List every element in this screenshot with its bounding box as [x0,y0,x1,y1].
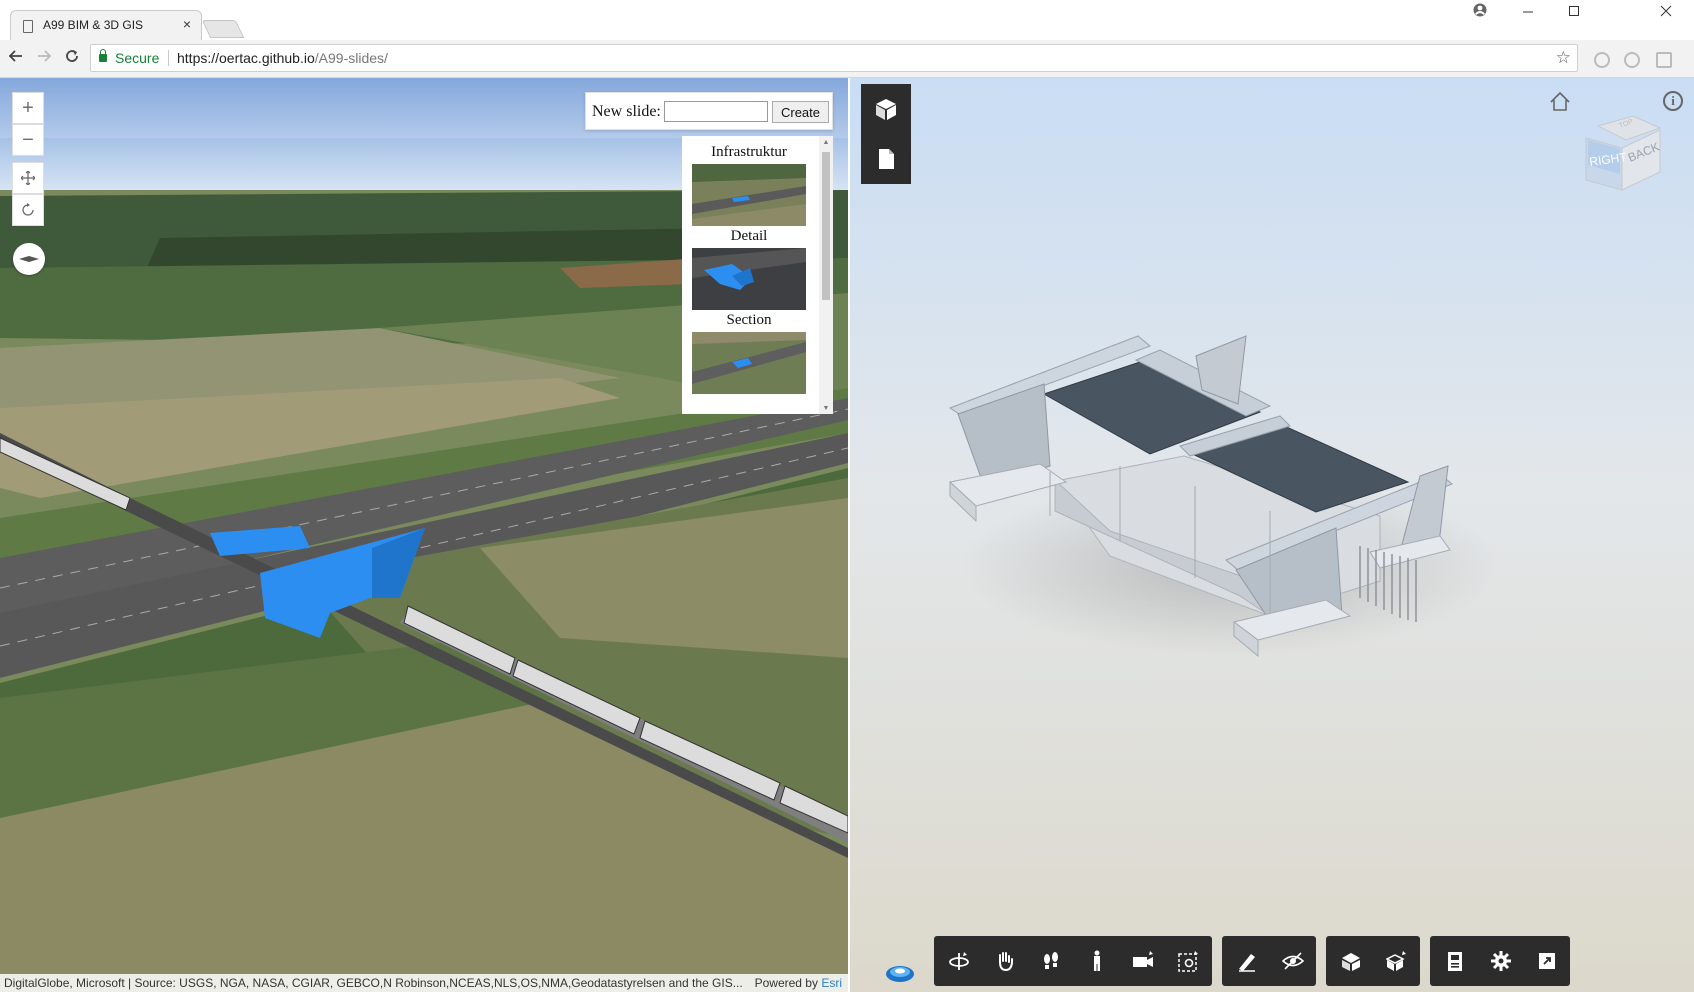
document-icon [879,149,894,169]
minimize-icon[interactable] [1508,2,1548,24]
extension-icon[interactable] [1624,52,1640,68]
attribution-text: DigitalGlobe, Microsoft | Source: USGS, … [4,976,743,990]
browser-tab[interactable]: A99 BIM & 3D GIS × [10,10,202,40]
pan-icon [999,952,1013,972]
model-browser-icon [876,99,896,120]
url-path: /A99-slides/ [314,50,388,66]
new-slide-label: New slide: [592,103,661,120]
address-bar[interactable]: Secure https://oertac.github.io/A99-slid… [90,44,1578,72]
slide-item[interactable]: Section [692,312,806,394]
explode-icon [1342,953,1360,971]
slide-thumbnail[interactable] [692,164,806,226]
orbit-icon [949,952,969,970]
close-tab-icon[interactable]: × [183,16,191,32]
url-text[interactable]: https://oertac.github.io/A99-slides/ [177,50,388,66]
url-host: https://oertac.github.io [177,50,315,66]
autodesk-logo-icon [886,966,914,982]
camera-icon [1133,951,1153,967]
model-tools-toolbar [1222,936,1316,986]
measure-icon [1239,954,1255,972]
page-icon [23,20,33,33]
explode-toolbar [1326,936,1420,986]
slide-item[interactable]: Detail [692,228,806,310]
zoom-in-button[interactable]: + [12,92,44,124]
tab-title: A99 BIM & 3D GIS [43,18,144,32]
section-icon [1386,951,1406,971]
rotate-mode-button[interactable] [12,194,44,226]
slide-title: Section [726,312,772,328]
pan-mode-button[interactable] [12,162,44,194]
map-attribution: DigitalGlobe, Microsoft | Source: USGS, … [0,974,848,992]
account-icon[interactable] [1460,2,1500,24]
settings-icon [1491,951,1511,971]
create-slide-button[interactable]: Create [772,101,829,123]
walk-button[interactable] [1072,936,1122,986]
hide-icon [1282,952,1304,970]
scroll-up-icon[interactable]: ▲ [822,138,830,146]
reload-icon[interactable] [62,48,82,68]
navigation-toolbar [934,936,1212,986]
pan-button[interactable] [980,936,1030,986]
secure-label: Secure [115,50,160,66]
close-window-icon[interactable] [1646,2,1686,24]
slides-panel: Infrastruktur Detail Section ▲ ▼ [682,136,833,414]
slide-title: Infrastruktur [711,144,787,160]
zoom-out-button[interactable]: − [12,124,44,156]
slides-scrollbar[interactable]: ▲ ▼ [819,136,833,414]
url-separator [168,50,169,66]
measure-button[interactable] [1222,936,1272,986]
settings-toolbar [1430,936,1570,986]
slide-thumbnail[interactable] [692,332,806,394]
new-slide-input[interactable] [664,101,768,122]
forward-icon[interactable] [34,48,54,68]
slide-title: Detail [730,228,768,244]
compass-icon[interactable] [13,243,45,275]
scroll-down-icon[interactable]: ▼ [822,404,830,412]
properties-icon [1448,952,1462,971]
powered-by-label: Powered by [754,976,818,990]
bridge-model[interactable] [940,316,1500,666]
new-tab-button[interactable] [201,20,245,38]
fullscreen-button[interactable] [1522,936,1572,986]
model-browser-button[interactable] [861,84,911,134]
document-browser-button[interactable] [861,134,911,184]
scrollbar-thumb[interactable] [822,152,830,300]
walk-icon [1094,950,1100,971]
bookmark-star-icon[interactable]: ☆ [1556,48,1571,68]
esri-link[interactable]: Esri [821,976,842,990]
hide-button[interactable] [1268,936,1318,986]
camera-button[interactable] [1118,936,1168,986]
explode-button[interactable] [1326,936,1376,986]
properties-button[interactable] [1430,936,1480,986]
first-person-icon [1044,952,1058,969]
section-button[interactable] [1372,936,1422,986]
browser-toolbar: Secure https://oertac.github.io/A99-slid… [0,40,1694,78]
first-person-button[interactable] [1026,936,1076,986]
orbit-button[interactable] [934,936,984,986]
new-slide-form: New slide: Create [585,92,833,130]
viewcube[interactable]: RIGHT BACK TOP [1578,108,1668,198]
back-icon[interactable] [6,48,26,68]
fullscreen-icon [1539,953,1555,969]
powered-by[interactable]: Powered by Esri [755,976,842,990]
extension-icon[interactable] [1656,52,1672,68]
gis-scene-view[interactable]: + − New slide: Create Infrastruktur Deta… [0,78,848,992]
fit-to-view-icon [1178,951,1198,972]
slide-item[interactable]: Infrastruktur [692,144,806,226]
bim-viewer[interactable]: i RIGHT BACK TOP [850,78,1694,992]
lock-icon [99,49,107,62]
slide-thumbnail[interactable] [692,248,806,310]
home-icon[interactable] [1548,90,1572,114]
settings-button[interactable] [1476,936,1526,986]
extension-icon[interactable] [1594,52,1610,68]
maximize-icon[interactable] [1554,2,1594,24]
browser-tab-bar: A99 BIM & 3D GIS × [0,0,1694,40]
fit-to-view-button[interactable] [1164,936,1214,986]
